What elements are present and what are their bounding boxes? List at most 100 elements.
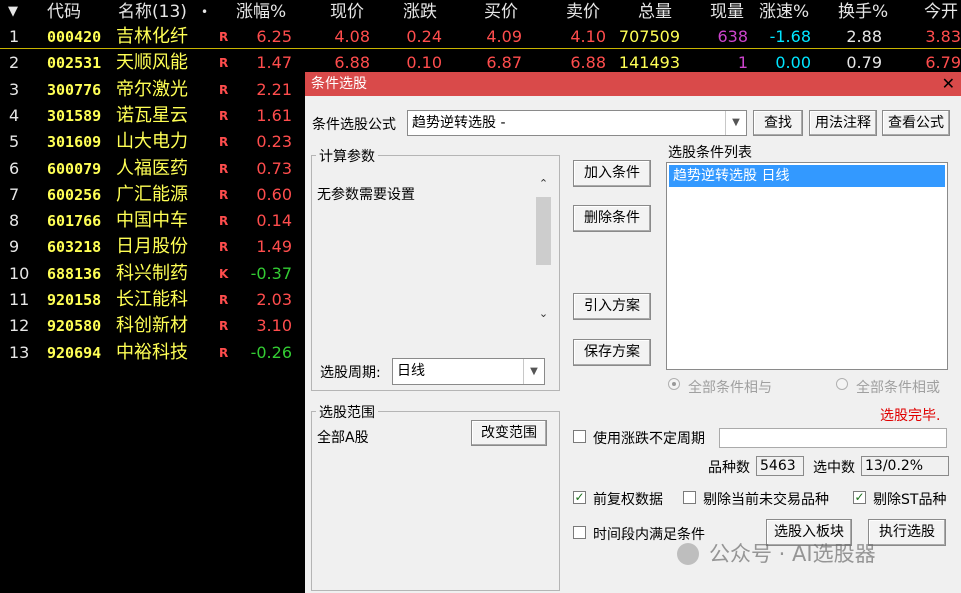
stock-name: 山大电力 — [116, 131, 188, 153]
row-index: 1 — [9, 27, 20, 46]
condition-list[interactable]: 趋势逆转选股 日线 — [666, 162, 948, 370]
formula-select[interactable]: 趋势逆转选股 - ▼ — [407, 110, 747, 136]
stock-name: 广汇能源 — [116, 183, 188, 205]
range-value: 全部A股 — [317, 430, 369, 446]
period-select[interactable]: 日线 ▼ — [392, 358, 545, 385]
col-open[interactable]: 今开 — [924, 0, 958, 24]
radio-and[interactable] — [668, 378, 680, 390]
stock-code: 000420 — [47, 28, 102, 46]
quote-table-header: ▼ 代码 名称(13) • 涨幅% 现价 涨跌 买价 卖价 总量 现量 涨速% … — [0, 0, 961, 24]
fq-label: 前复权数据 — [593, 492, 663, 508]
wechat-icon — [677, 543, 699, 565]
sort-arrow-icon[interactable]: ▼ — [8, 0, 18, 24]
save-plan-button[interactable]: 保存方案 — [573, 339, 651, 366]
stock-code: 920580 — [47, 317, 102, 336]
col-turnover[interactable]: 换手% — [838, 0, 888, 24]
stock-name: 吉林化纤 — [116, 26, 188, 47]
stock-name: 科创新材 — [116, 315, 188, 337]
col-bid[interactable]: 买价 — [484, 0, 518, 24]
change-range-button[interactable]: 改变范围 — [471, 420, 547, 446]
params-group-title: 计算参数 — [316, 146, 378, 166]
col-diff[interactable]: 涨跌 — [403, 0, 437, 24]
hit-label: 选中数 — [813, 460, 855, 476]
radio-or[interactable] — [836, 378, 848, 390]
exclude-notrade-label: 剔除当前未交易品种 — [703, 492, 829, 508]
cell-diff: 0.24 — [406, 27, 442, 46]
stock-code: 600079 — [47, 159, 102, 178]
period-input[interactable] — [719, 428, 947, 448]
run-screen-button[interactable]: 执行选股 — [868, 519, 946, 546]
chevron-down-icon[interactable]: ▼ — [523, 359, 544, 384]
add-condition-button[interactable]: 加入条件 — [573, 160, 651, 187]
period-value: 日线 — [397, 363, 425, 379]
row-index: 10 — [9, 263, 30, 283]
exclude-notrade-checkbox[interactable] — [683, 491, 696, 504]
fq-checkbox[interactable]: ✓ — [573, 491, 586, 504]
margin-flag: R — [219, 82, 229, 97]
use-period-checkbox[interactable] — [573, 430, 586, 443]
row-index: 6 — [9, 158, 20, 178]
chevron-down-icon[interactable]: ▼ — [725, 111, 746, 135]
stock-name: 长江能科 — [116, 289, 188, 310]
dialog-titlebar[interactable]: 条件选股 ✕ — [305, 72, 961, 96]
cell-spd: -1.68 — [769, 27, 811, 46]
radio-or-label: 全部条件相或 — [856, 380, 940, 396]
cell-chg: 2.03 — [256, 290, 292, 309]
col-cur-vol[interactable]: 现量 — [710, 0, 744, 24]
col-change-pct[interactable]: 涨幅% — [236, 0, 286, 24]
time-range-checkbox[interactable] — [573, 526, 586, 539]
row-index: 7 — [9, 184, 20, 204]
margin-flag: R — [219, 293, 229, 307]
col-code[interactable]: 代码 — [47, 0, 81, 24]
cell-cur: 638 — [717, 27, 748, 46]
cell-chg: -0.26 — [250, 342, 292, 362]
hit-value: 13/0.2% — [861, 456, 949, 476]
watermark-text: 公众号 · AI选股器 — [709, 542, 876, 566]
stock-name: 诺瓦星云 — [116, 104, 188, 126]
cell-bid: 4.09 — [486, 27, 522, 46]
condition-list-item[interactable]: 趋势逆转选股 日线 — [669, 165, 945, 187]
col-ask[interactable]: 卖价 — [566, 0, 600, 24]
cell-turn: 2.88 — [846, 27, 882, 46]
cell-chg: -0.37 — [250, 263, 292, 283]
margin-flag: R — [219, 187, 229, 202]
cell-chg: 0.73 — [256, 158, 292, 178]
condition-screener-dialog: 条件选股 ✕ 条件选股公式 趋势逆转选股 - ▼ 查找 用法注释 查看公式 计算… — [305, 72, 961, 593]
find-button[interactable]: 查找 — [753, 110, 803, 136]
exclude-st-checkbox[interactable]: ✓ — [853, 491, 866, 504]
stock-code: 600256 — [47, 185, 102, 204]
view-formula-button[interactable]: 查看公式 — [882, 110, 950, 136]
margin-flag: R — [219, 214, 229, 229]
row-index: 5 — [9, 132, 20, 152]
condition-list-title: 选股条件列表 — [668, 145, 752, 161]
params-scrollbar[interactable]: ⌃ ⌄ — [534, 175, 553, 327]
count-value: 5463 — [756, 456, 804, 476]
count-label: 品种数 — [708, 460, 750, 476]
exclude-st-label: 剔除ST品种 — [873, 492, 947, 508]
margin-flag: K — [219, 266, 229, 281]
col-volume[interactable]: 总量 — [638, 0, 672, 24]
usage-notes-button[interactable]: 用法注释 — [809, 110, 877, 136]
row-index: 12 — [9, 316, 30, 336]
cell-chg: 6.25 — [256, 27, 292, 46]
time-range-label: 时间段内满足条件 — [593, 527, 705, 543]
delete-condition-button[interactable]: 删除条件 — [573, 205, 651, 232]
cell-chg: 1.47 — [256, 53, 292, 73]
col-price[interactable]: 现价 — [330, 0, 364, 24]
close-icon[interactable]: ✕ — [942, 72, 955, 96]
margin-flag: R — [219, 30, 229, 44]
stock-name: 科兴制药 — [116, 262, 188, 284]
scroll-thumb[interactable] — [536, 197, 551, 265]
scroll-down-icon[interactable]: ⌄ — [536, 307, 551, 323]
stock-code: 920158 — [47, 291, 102, 309]
table-row[interactable]: 1 000420 吉林化纤 R 6.25 4.08 0.24 4.09 4.10 707509 63… — [0, 24, 961, 50]
col-name[interactable]: 名称(13) — [118, 0, 187, 24]
dialog-title: 条件选股 — [311, 76, 367, 92]
import-plan-button[interactable]: 引入方案 — [573, 293, 651, 320]
stock-code: 301609 — [47, 133, 102, 152]
stock-code: 002531 — [47, 54, 102, 73]
scroll-up-icon[interactable]: ⌃ — [536, 177, 551, 193]
radio-and-label: 全部条件相与 — [688, 380, 772, 396]
stock-name: 中国中车 — [116, 210, 188, 232]
col-speed[interactable]: 涨速% — [759, 0, 809, 24]
